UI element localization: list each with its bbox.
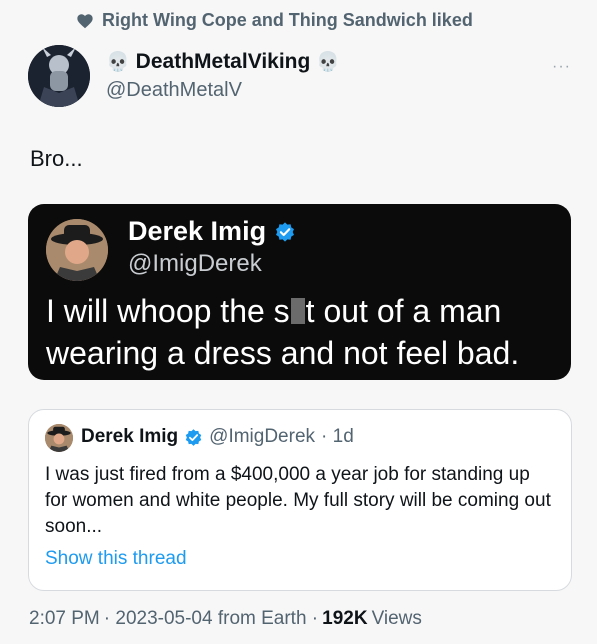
- cowboy-avatar-image: [46, 219, 108, 281]
- verified-badge-icon: [276, 221, 295, 242]
- embedded-avatar: [46, 219, 108, 281]
- quoted-header: Derek Imig @ImigDerek · 1d: [81, 426, 354, 448]
- author-avatar[interactable]: [28, 45, 90, 107]
- show-thread-link[interactable]: Show this thread: [45, 548, 187, 570]
- embedded-screenshot[interactable]: Derek Imig @ImigDerek I will whoop the s…: [28, 204, 571, 380]
- more-options-icon[interactable]: ···: [552, 58, 571, 76]
- author-handle[interactable]: @DeathMetalV: [106, 79, 242, 102]
- author-name[interactable]: DeathMetalViking: [136, 50, 311, 74]
- quoted-tweet[interactable]: Derek Imig @ImigDerek · 1d I was just fi…: [28, 409, 572, 591]
- skull-icon: 💀: [316, 52, 340, 73]
- viking-avatar-image: [28, 45, 90, 107]
- quoted-text: I was just fired from a $400,000 a year …: [45, 464, 551, 537]
- views-count: 192K: [322, 608, 368, 629]
- embedded-name: Derek Imig: [128, 216, 267, 246]
- tweet-time[interactable]: 2:07 PM: [29, 608, 100, 630]
- embedded-name-row: Derek Imig: [128, 216, 296, 247]
- embedded-text: I will whoop the st out of a man wearing…: [46, 290, 561, 374]
- embedded-text-start: I will whoop the s: [46, 293, 290, 329]
- heart-icon: [77, 13, 93, 28]
- skull-icon: 💀: [106, 52, 130, 73]
- cowboy-avatar-image: [45, 424, 73, 452]
- author-name-row[interactable]: 💀 DeathMetalViking 💀: [106, 50, 340, 74]
- censor-bar: [290, 298, 305, 324]
- social-context-text: Right Wing Cope and Thing Sandwich liked: [102, 10, 473, 30]
- tweet-footer: 2:07 PM · 2023-05-04 from Earth · 192K V…: [29, 608, 422, 630]
- tweet-text: Bro...: [30, 146, 83, 171]
- embedded-handle: @ImigDerek: [128, 250, 262, 277]
- social-context[interactable]: Right Wing Cope and Thing Sandwich liked: [76, 10, 473, 31]
- tweet-date[interactable]: · 2023-05-04 from Earth ·: [104, 608, 318, 630]
- verified-badge-icon: [185, 428, 202, 446]
- quoted-avatar[interactable]: [45, 424, 73, 452]
- quoted-name[interactable]: Derek Imig: [81, 426, 178, 448]
- quoted-handle[interactable]: @ImigDerek: [209, 426, 315, 448]
- quoted-time[interactable]: · 1d: [321, 426, 354, 448]
- views-label: Views: [371, 608, 422, 629]
